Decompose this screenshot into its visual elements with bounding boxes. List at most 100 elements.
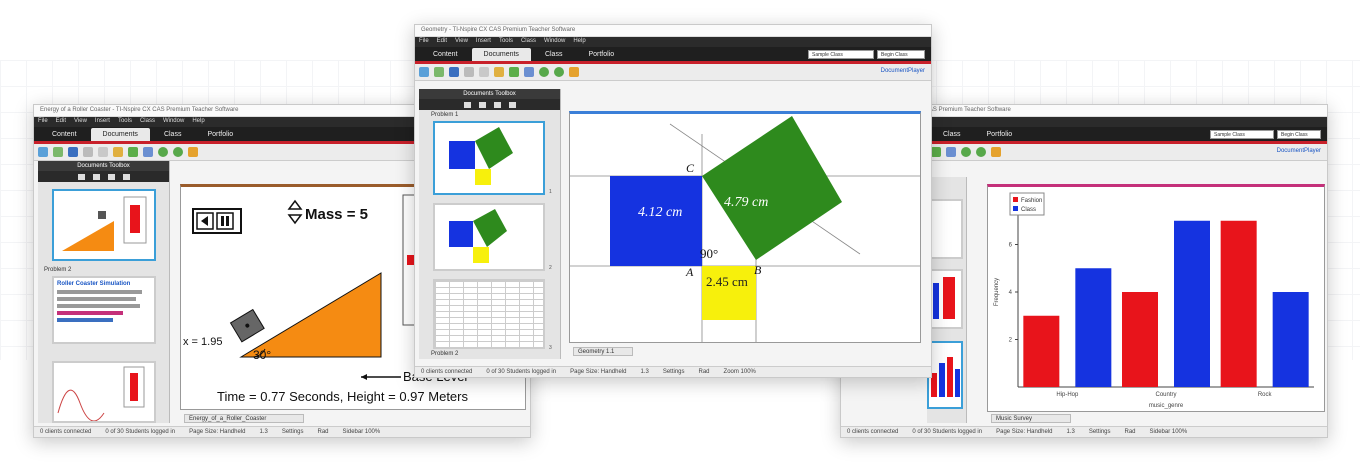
user-icon[interactable] <box>569 67 579 77</box>
mass-stepper-icon[interactable] <box>287 199 303 225</box>
status-zoom[interactable]: Sidebar 100% <box>343 429 381 435</box>
status-zoom[interactable]: Zoom 100% <box>724 369 756 375</box>
tab-portfolio[interactable]: Portfolio <box>975 128 1025 141</box>
open-icon[interactable] <box>434 67 444 77</box>
new-doc-icon[interactable] <box>38 147 48 157</box>
square-left[interactable] <box>610 176 702 266</box>
tool-icon[interactable] <box>463 101 471 108</box>
save-icon[interactable] <box>68 147 78 157</box>
middle-document-canvas[interactable]: 4.12 cm 4.79 cm 2.45 cm 90° C A B <box>569 111 921 343</box>
page-thumbnail-1[interactable] <box>927 199 963 259</box>
document-player-link[interactable]: DocumentPlayer <box>1277 148 1321 154</box>
menu-window[interactable]: Window <box>163 118 184 126</box>
menu-view[interactable]: View <box>455 38 468 46</box>
class-select[interactable]: Sample Class <box>1210 130 1274 139</box>
status-settings[interactable]: Settings <box>282 429 304 435</box>
page-thumbnail-1[interactable] <box>433 121 545 195</box>
page-thumbnail-2[interactable] <box>927 269 963 329</box>
page-thumbnail-1[interactable] <box>52 189 156 261</box>
status-page-size[interactable]: Page Size: Handheld <box>189 429 245 435</box>
document-player-link[interactable]: DocumentPlayer <box>881 68 925 74</box>
arrow-right-icon[interactable] <box>173 147 183 157</box>
menu-edit[interactable]: Edit <box>437 38 447 46</box>
page-icon[interactable] <box>931 147 941 157</box>
status-page-size[interactable]: Page Size: Handheld <box>570 369 626 375</box>
begin-class-button[interactable]: Begin Class <box>1277 130 1321 139</box>
tab-content[interactable]: Content <box>40 128 89 141</box>
menu-class[interactable]: Class <box>521 38 536 46</box>
tool-icon[interactable] <box>493 101 501 108</box>
tab-portfolio[interactable]: Portfolio <box>195 128 245 141</box>
arrow-left-icon[interactable] <box>158 147 168 157</box>
menu-help[interactable]: Help <box>192 118 204 126</box>
bar-class-rock[interactable] <box>1272 292 1309 387</box>
new-doc-icon[interactable] <box>419 67 429 77</box>
tab-documents[interactable]: Documents <box>90 128 150 141</box>
class-select[interactable]: Sample Class <box>808 50 874 59</box>
arrow-right-icon[interactable] <box>554 67 564 77</box>
cut-icon[interactable] <box>464 67 474 77</box>
tab-content[interactable]: Content <box>421 48 470 61</box>
page-thumbnail-2[interactable]: Roller Coaster Simulation <box>52 276 156 344</box>
page-icon[interactable] <box>509 67 519 77</box>
menu-view[interactable]: View <box>74 118 87 126</box>
tab-class[interactable]: Class <box>533 48 575 61</box>
page-icon[interactable] <box>128 147 138 157</box>
status-zoom[interactable]: Sidebar 100% <box>1150 429 1188 435</box>
tab-class[interactable]: Class <box>931 128 973 141</box>
tab-portfolio[interactable]: Portfolio <box>576 48 626 61</box>
menu-class[interactable]: Class <box>140 118 155 126</box>
tool-icon[interactable] <box>478 101 486 108</box>
tool-icon[interactable] <box>107 173 115 180</box>
square-hypotenuse[interactable] <box>702 116 842 260</box>
arrow-right-icon[interactable] <box>976 147 986 157</box>
save-icon[interactable] <box>449 67 459 77</box>
bar-fashion-rock[interactable] <box>1220 220 1257 387</box>
middle-doc-tab[interactable]: Geometry 1.1 <box>573 347 633 356</box>
user-icon[interactable] <box>991 147 1001 157</box>
block-mass[interactable] <box>229 308 265 343</box>
copy-icon[interactable] <box>98 147 108 157</box>
tool-icon[interactable] <box>77 173 85 180</box>
page-thumbnail-3[interactable] <box>433 279 545 349</box>
arrow-left-icon[interactable] <box>539 67 549 77</box>
menu-tools[interactable]: Tools <box>118 118 132 126</box>
status-page-size[interactable]: Page Size: Handheld <box>996 429 1052 435</box>
tab-documents[interactable]: Documents <box>471 48 531 61</box>
arrow-left-icon[interactable] <box>961 147 971 157</box>
menu-tools[interactable]: Tools <box>499 38 513 46</box>
page-thumbnail-3[interactable] <box>52 361 156 423</box>
menu-edit[interactable]: Edit <box>56 118 66 126</box>
tool-icon[interactable] <box>508 101 516 108</box>
paste-icon[interactable] <box>494 67 504 77</box>
tool-icon[interactable] <box>92 173 100 180</box>
begin-class-button[interactable]: Begin Class <box>877 50 925 59</box>
menu-help[interactable]: Help <box>573 38 585 46</box>
bar-fashion-country[interactable] <box>1122 292 1158 387</box>
play-button[interactable] <box>192 208 242 234</box>
paste-icon[interactable] <box>113 147 123 157</box>
menu-insert[interactable]: Insert <box>95 118 110 126</box>
tab-class[interactable]: Class <box>152 128 194 141</box>
cut-icon[interactable] <box>83 147 93 157</box>
menu-window[interactable]: Window <box>544 38 565 46</box>
status-settings[interactable]: Settings <box>663 369 685 375</box>
page-thumbnail-2[interactable] <box>433 203 545 271</box>
tool-icon[interactable] <box>122 173 130 180</box>
right-document-canvas[interactable]: 2 4 6 Hip-Hop Country Rock music_genre Frequenc… <box>987 184 1325 412</box>
copy-icon[interactable] <box>479 67 489 77</box>
menu-file[interactable]: File <box>419 38 429 46</box>
screen-icon[interactable] <box>143 147 153 157</box>
right-doc-tab[interactable]: Music Survey <box>991 414 1071 423</box>
menu-insert[interactable]: Insert <box>476 38 491 46</box>
status-settings[interactable]: Settings <box>1089 429 1111 435</box>
user-icon[interactable] <box>188 147 198 157</box>
menu-file[interactable]: File <box>38 118 48 126</box>
bar-fashion-hip-hop[interactable] <box>1023 315 1060 387</box>
screen-icon[interactable] <box>946 147 956 157</box>
page-thumbnail-3[interactable] <box>927 341 963 409</box>
bar-class-hip-hop[interactable] <box>1075 268 1112 387</box>
screen-icon[interactable] <box>524 67 534 77</box>
bar-class-country[interactable] <box>1174 220 1210 387</box>
left-doc-tab[interactable]: Energy_of_a_Roller_Coaster <box>184 414 304 423</box>
